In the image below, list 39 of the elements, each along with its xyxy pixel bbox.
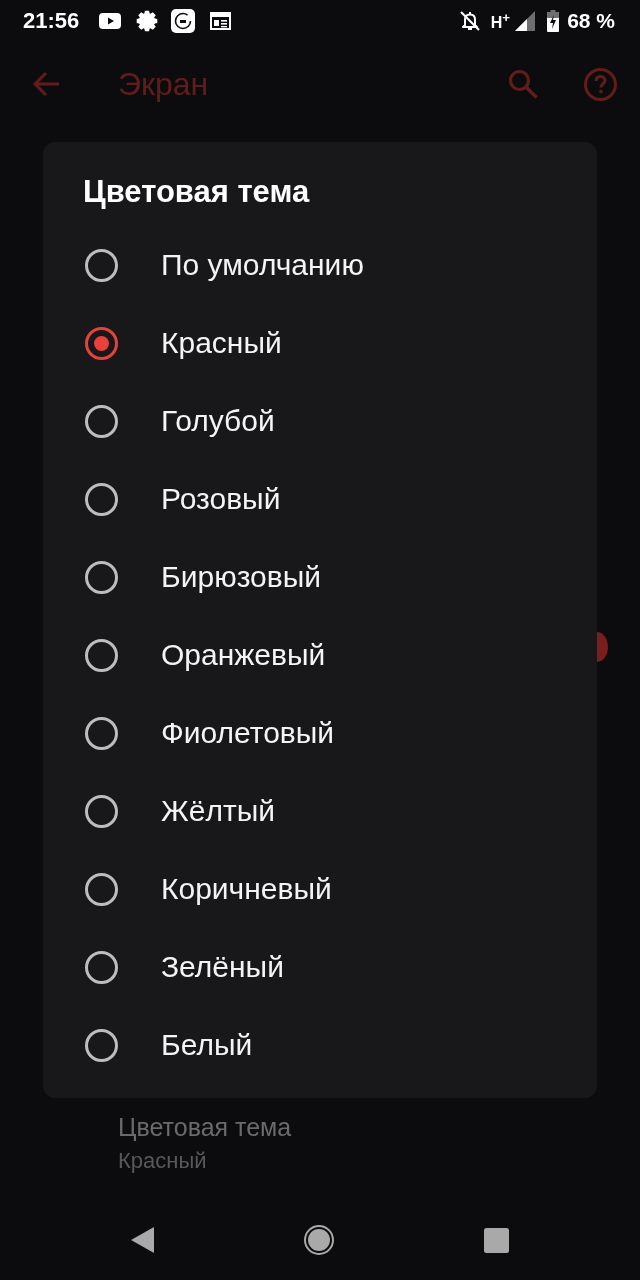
radio-button[interactable] xyxy=(85,482,118,516)
radio-button[interactable] xyxy=(85,248,118,282)
theme-option[interactable]: Красный xyxy=(43,304,597,382)
theme-option[interactable]: Жёлтый xyxy=(43,772,597,850)
home-icon[interactable] xyxy=(304,1225,334,1255)
theme-option[interactable]: Фиолетовый xyxy=(43,694,597,772)
theme-option[interactable]: Белый xyxy=(43,1006,597,1084)
newspaper-icon xyxy=(210,12,232,30)
theme-option[interactable]: Розовый xyxy=(43,460,597,538)
signal-icon xyxy=(515,11,536,31)
screen-title: Экран xyxy=(118,65,209,104)
radio-button[interactable] xyxy=(85,1028,118,1062)
radio-button[interactable] xyxy=(85,326,118,360)
back-icon[interactable] xyxy=(131,1227,154,1253)
radio-button[interactable] xyxy=(85,872,118,906)
theme-option[interactable]: Голубой xyxy=(43,382,597,460)
dialog-title: Цветовая тема xyxy=(83,173,310,211)
status-time: 21:56 xyxy=(23,8,80,34)
gear-icon xyxy=(136,10,159,32)
radio-button[interactable] xyxy=(85,716,118,750)
network-type: H$^{+}$ xyxy=(490,9,511,34)
theme-option[interactable]: Коричневый xyxy=(43,850,597,928)
radio-button[interactable] xyxy=(85,950,118,984)
theme-option[interactable]: Оранжевый xyxy=(43,616,597,694)
radio-button[interactable] xyxy=(85,560,118,594)
battery-charging-icon xyxy=(547,10,560,32)
theme-option[interactable]: По умолчанию xyxy=(43,226,597,304)
radio-button[interactable] xyxy=(85,638,118,672)
recents-icon[interactable] xyxy=(484,1227,509,1253)
bell-off-icon xyxy=(458,10,481,32)
theme-option[interactable]: Зелёный xyxy=(43,928,597,1006)
video-play-icon xyxy=(99,13,122,29)
theme-option[interactable]: Бирюзовый xyxy=(43,538,597,616)
setting-value: Красный xyxy=(118,1147,207,1175)
radio-button[interactable] xyxy=(85,794,118,828)
battery-percent: 68 % xyxy=(567,8,615,34)
ring-app-icon xyxy=(171,9,196,33)
radio-button[interactable] xyxy=(85,404,118,438)
setting-title: Цветовая тема xyxy=(118,1112,292,1142)
